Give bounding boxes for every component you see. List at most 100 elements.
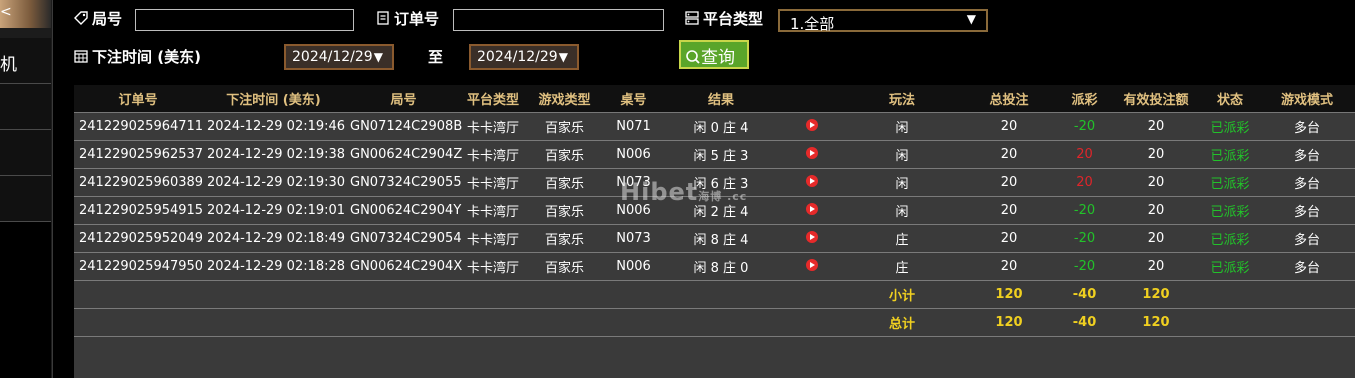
cell-payout: -20 <box>1058 196 1111 225</box>
cell-payout: -20 <box>1058 252 1111 281</box>
table-row[interactable]: 241229025962537 2024-12-29 02:19:38 GN0062… <box>74 140 1355 169</box>
empty-cell <box>74 308 202 337</box>
sidebar-item-1[interactable]: 机 <box>0 38 51 84</box>
empty-cell <box>462 308 524 337</box>
empty-cell <box>202 308 345 337</box>
empty-cell <box>662 280 780 309</box>
column-header: 桌号 <box>605 85 662 113</box>
cell-time: 2024-12-29 02:19:38 <box>202 140 345 169</box>
table-row[interactable]: 241229025954915 2024-12-29 02:19:01 GN0062… <box>74 196 1355 225</box>
cell-table: N006 <box>605 252 662 281</box>
left-sidebar: < 机 <box>0 0 53 378</box>
empty-cell <box>605 308 662 337</box>
cell-valid: 20 <box>1111 224 1201 253</box>
cell-time: 2024-12-29 02:18:49 <box>202 224 345 253</box>
cell-valid: 20 <box>1111 112 1201 141</box>
cell-type: 百家乐 <box>524 196 605 225</box>
sidebar-top-tab[interactable]: < <box>0 0 51 28</box>
column-header: 有效投注额 <box>1111 85 1201 113</box>
empty-cell <box>780 280 844 309</box>
dropdown-caret-icon: ▼ <box>966 12 976 26</box>
video-replay-cell <box>780 140 844 169</box>
empty-cell <box>1259 308 1355 337</box>
cell-bet: 20 <box>960 112 1058 141</box>
play-video-icon[interactable] <box>806 119 818 131</box>
cell-payout: -20 <box>1058 224 1111 253</box>
cell-bet: 20 <box>960 252 1058 281</box>
game-no-input[interactable] <box>135 9 354 31</box>
table-row[interactable]: 241229025952049 2024-12-29 02:18:49 GN0732… <box>74 224 1355 253</box>
cell-bet: 20 <box>960 196 1058 225</box>
total-row: 总计 120 -40 120 <box>74 308 1355 337</box>
cell-payout: 20 <box>1058 140 1111 169</box>
empty-cell <box>1201 280 1259 309</box>
platform-type-value: 1.全部 <box>790 15 835 33</box>
column-header <box>780 85 844 113</box>
cell-type: 百家乐 <box>524 168 605 197</box>
cell-order: 241229025952049 <box>74 224 202 253</box>
table-row[interactable]: 241229025964711 2024-12-29 02:19:46 GN0712… <box>74 112 1355 141</box>
cell-order: 241229025960389 <box>74 168 202 197</box>
column-header: 平台类型 <box>462 85 524 113</box>
play-video-icon[interactable] <box>806 203 818 215</box>
cell-order: 241229025962537 <box>74 140 202 169</box>
empty-cell <box>1201 308 1259 337</box>
play-video-icon[interactable] <box>806 147 818 159</box>
game-no-label: 局号 <box>73 8 122 29</box>
sidebar-item-4[interactable] <box>0 176 51 222</box>
bet-record-table-panel: 订单号 下注时间 (美东) 局号 平台类型 游戏类型 桌号 结果 玩法 总投注 派彩 有效投注额 状态… <box>74 85 1355 378</box>
cell-play: 闲 <box>844 140 960 169</box>
table-row[interactable]: 241229025947950 2024-12-29 02:18:28 GN0062… <box>74 252 1355 281</box>
cell-type: 百家乐 <box>524 140 605 169</box>
table-row[interactable]: 241229025960389 2024-12-29 02:19:30 GN0732… <box>74 168 1355 197</box>
cell-valid: 20 <box>1111 196 1201 225</box>
play-video-icon[interactable] <box>806 259 818 271</box>
cell-status: 已派彩 <box>1201 112 1259 141</box>
cell-game: GN00624C2904X <box>345 252 462 281</box>
total-bet: 120 <box>960 308 1058 337</box>
cell-mode: 多台 <box>1259 196 1355 225</box>
subtotal-label: 小计 <box>844 280 960 309</box>
date-to-picker[interactable]: 2024/12/29▼ <box>469 44 579 70</box>
platform-type-select[interactable]: 1.全部 ▼ <box>778 9 988 33</box>
cell-type: 百家乐 <box>524 112 605 141</box>
column-header: 玩法 <box>844 85 960 113</box>
sidebar-item-2[interactable] <box>0 84 51 130</box>
query-button[interactable]: 查询 <box>679 40 749 69</box>
play-video-icon[interactable] <box>806 231 818 243</box>
order-no-input[interactable] <box>453 9 664 31</box>
cell-status: 已派彩 <box>1201 168 1259 197</box>
cell-platform: 卡卡湾厅 <box>462 168 524 197</box>
date-to-value: 2024/12/29 <box>477 49 558 65</box>
cell-platform: 卡卡湾厅 <box>462 196 524 225</box>
date-from-picker[interactable]: 2024/12/29▼ <box>284 44 394 70</box>
video-replay-cell <box>780 252 844 281</box>
cell-mode: 多台 <box>1259 224 1355 253</box>
cell-play: 闲 <box>844 196 960 225</box>
cell-play: 庄 <box>844 252 960 281</box>
bet-record-table: 订单号 下注时间 (美东) 局号 平台类型 游戏类型 桌号 结果 玩法 总投注 派彩 有效投注额 状态… <box>74 85 1355 337</box>
empty-cell <box>74 280 202 309</box>
empty-cell <box>1259 280 1355 309</box>
cell-table: N006 <box>605 196 662 225</box>
cell-result: 闲 0 庄 4 <box>662 112 780 141</box>
table-header-row: 订单号 下注时间 (美东) 局号 平台类型 游戏类型 桌号 结果 玩法 总投注 派彩 有效投注额 状态… <box>74 85 1355 113</box>
play-video-icon[interactable] <box>806 175 818 187</box>
video-replay-cell <box>780 112 844 141</box>
subtotal-bet: 120 <box>960 280 1058 309</box>
cell-time: 2024-12-29 02:19:46 <box>202 112 345 141</box>
cell-type: 百家乐 <box>524 252 605 281</box>
sidebar-empty <box>0 222 51 378</box>
empty-cell <box>462 280 524 309</box>
sidebar-item-3[interactable] <box>0 130 51 176</box>
cell-game: GN00624C2904Z <box>345 140 462 169</box>
dropdown-caret-icon: ▼ <box>373 50 383 64</box>
cell-mode: 多台 <box>1259 252 1355 281</box>
cell-status: 已派彩 <box>1201 196 1259 225</box>
cell-table: N073 <box>605 224 662 253</box>
back-arrow-icon[interactable]: < <box>0 4 14 24</box>
column-header: 总投注 <box>960 85 1058 113</box>
column-header: 状态 <box>1201 85 1259 113</box>
cell-platform: 卡卡湾厅 <box>462 224 524 253</box>
order-no-label: 订单号 <box>375 8 439 29</box>
